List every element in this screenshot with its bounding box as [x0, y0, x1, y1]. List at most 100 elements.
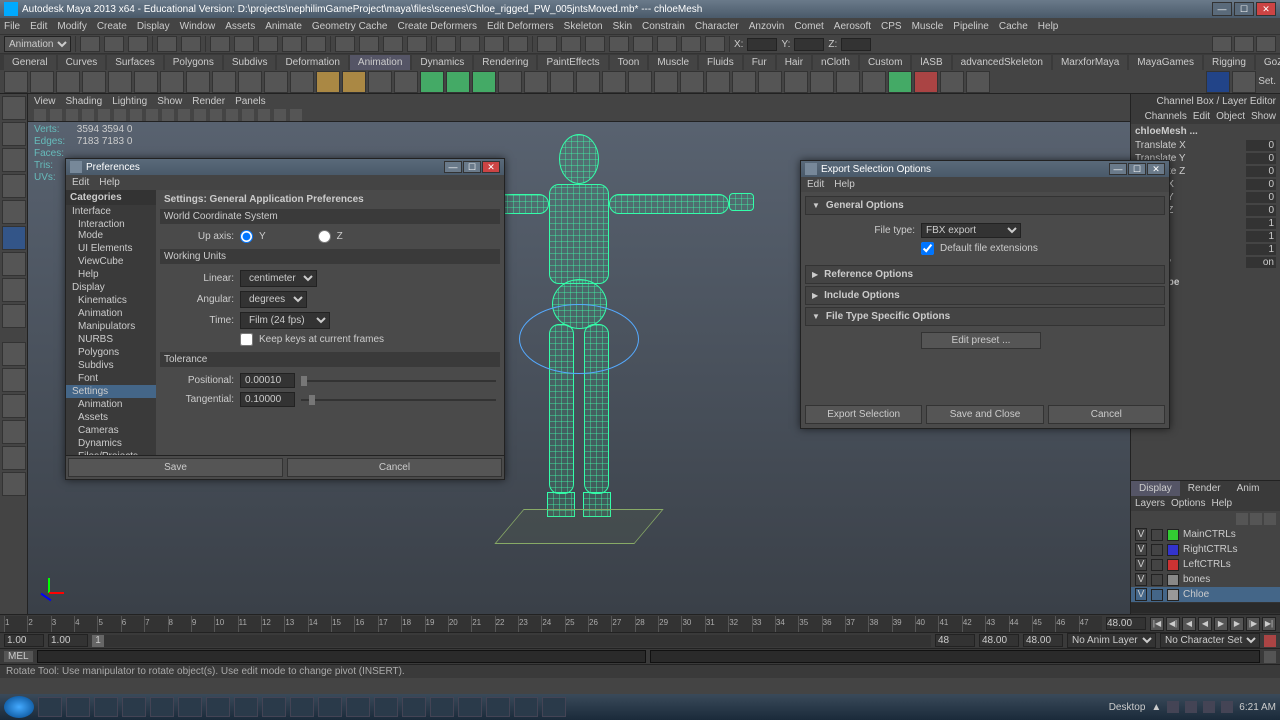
- tab-gozbrush[interactable]: GoZBrush: [1256, 55, 1280, 70]
- open-scene-icon[interactable]: [104, 36, 124, 52]
- layer-up-icon[interactable]: [1250, 513, 1262, 525]
- vp-tool-icon[interactable]: [194, 109, 206, 121]
- layer-row[interactable]: VLeftCTRLs: [1131, 557, 1280, 572]
- shelf-icon[interactable]: [394, 71, 418, 93]
- anim-layer-select[interactable]: No Anim Layer: [1067, 633, 1156, 648]
- tab-fur[interactable]: Fur: [744, 55, 775, 70]
- menu-skin[interactable]: Skin: [613, 21, 632, 32]
- tray-clock[interactable]: 6:21 AM: [1239, 702, 1276, 713]
- step-back-icon[interactable]: ◀: [1182, 617, 1196, 631]
- prefs-menu-help[interactable]: Help: [99, 177, 120, 188]
- attr-value[interactable]: 1: [1246, 218, 1276, 229]
- vp-tool-icon[interactable]: [274, 109, 286, 121]
- shelf-icon[interactable]: [862, 71, 886, 93]
- tray-desktop-label[interactable]: Desktop: [1109, 702, 1146, 713]
- vp-tool-icon[interactable]: [178, 109, 190, 121]
- menu-comet[interactable]: Comet: [794, 21, 823, 32]
- attr-value[interactable]: 0: [1246, 192, 1276, 203]
- sel-all-icon[interactable]: [436, 36, 456, 52]
- prefs-category[interactable]: NURBS: [66, 333, 156, 346]
- export-maximize-button[interactable]: ☐: [1128, 163, 1146, 175]
- time-select[interactable]: Film (24 fps): [240, 312, 330, 329]
- positional-input[interactable]: [240, 373, 295, 388]
- layout-graph-icon[interactable]: [2, 472, 26, 496]
- tray-icon[interactable]: [1221, 701, 1233, 713]
- goto-end-icon[interactable]: ▶|: [1262, 617, 1276, 631]
- taskbar-icon[interactable]: [66, 697, 90, 717]
- export-menu-edit[interactable]: Edit: [807, 179, 824, 190]
- default-ext-checkbox[interactable]: [921, 242, 934, 255]
- shelf-character-icon[interactable]: [1206, 71, 1230, 93]
- timeline-end-field[interactable]: [1106, 617, 1146, 630]
- attr-value[interactable]: on: [1246, 257, 1276, 268]
- taskbar-icon[interactable]: [38, 697, 62, 717]
- mask7-icon[interactable]: [681, 36, 701, 52]
- taskbar-icon[interactable]: [486, 697, 510, 717]
- shelf-icon[interactable]: [784, 71, 808, 93]
- shelf-icon[interactable]: [966, 71, 990, 93]
- menu-geocache[interactable]: Geometry Cache: [312, 21, 388, 32]
- vp-tool-icon[interactable]: [66, 109, 78, 121]
- vp-menu-show[interactable]: Show: [157, 96, 182, 107]
- shelf-icon[interactable]: [420, 71, 444, 93]
- tab-hair[interactable]: Hair: [777, 55, 811, 70]
- file-type-select[interactable]: FBX export: [921, 223, 1021, 238]
- shelf-icon[interactable]: [524, 71, 548, 93]
- coord-z-input[interactable]: [841, 38, 871, 51]
- prefs-category[interactable]: Cameras: [66, 424, 156, 437]
- prefs-category[interactable]: Files/Projects: [66, 450, 156, 455]
- move-tool-icon[interactable]: [2, 174, 26, 198]
- module-selector[interactable]: Animation: [4, 36, 71, 52]
- prefs-category[interactable]: ViewCube: [66, 255, 156, 268]
- layer-menu-layers[interactable]: Layers: [1135, 498, 1165, 509]
- paint-select-tool-icon[interactable]: [2, 148, 26, 172]
- vp-tool-icon[interactable]: [34, 109, 46, 121]
- taskbar-icon[interactable]: [318, 697, 342, 717]
- tray-icon[interactable]: [1185, 701, 1197, 713]
- tab-toon[interactable]: Toon: [610, 55, 648, 70]
- prefs-category[interactable]: Interface: [66, 205, 156, 218]
- vp-tool-icon[interactable]: [114, 109, 126, 121]
- prefs-category[interactable]: Subdivs: [66, 359, 156, 372]
- tab-dynamics[interactable]: Dynamics: [412, 55, 472, 70]
- vp-tool-icon[interactable]: [290, 109, 302, 121]
- shelf-icon[interactable]: [472, 71, 496, 93]
- play-fwd-icon[interactable]: ▶: [1214, 617, 1228, 631]
- step-fwd-icon[interactable]: ▶: [1230, 617, 1244, 631]
- mask4-icon[interactable]: [609, 36, 629, 52]
- shelf-icon[interactable]: [30, 71, 54, 93]
- menu-skeleton[interactable]: Skeleton: [564, 21, 603, 32]
- prefs-category[interactable]: Settings: [66, 385, 156, 398]
- layer-tab-display[interactable]: Display: [1131, 481, 1180, 496]
- menu-cps[interactable]: CPS: [881, 21, 902, 32]
- prefs-maximize-button[interactable]: ☐: [463, 161, 481, 173]
- layer-tab-render[interactable]: Render: [1180, 481, 1229, 496]
- export-sec-general[interactable]: ▼ General Options: [805, 196, 1165, 215]
- menu-muscle[interactable]: Muscle: [912, 21, 944, 32]
- prefs-category[interactable]: Font: [66, 372, 156, 385]
- history-icon[interactable]: [335, 36, 355, 52]
- prefs-close-button[interactable]: ✕: [482, 161, 500, 173]
- up-axis-z-radio[interactable]: [318, 230, 331, 243]
- manip-tool-icon[interactable]: [2, 252, 26, 276]
- linear-select[interactable]: centimeter: [240, 270, 317, 287]
- tab-marxformaya[interactable]: MarxforMaya: [1053, 55, 1127, 70]
- snap-point-icon[interactable]: [258, 36, 278, 52]
- attr-value[interactable]: 0: [1246, 166, 1276, 177]
- angular-select[interactable]: degrees: [240, 291, 307, 308]
- layer-new-icon[interactable]: [1236, 513, 1248, 525]
- char-set-select[interactable]: No Character Set: [1160, 633, 1260, 648]
- tab-curves[interactable]: Curves: [58, 55, 106, 70]
- step-back-key-icon[interactable]: ◀|: [1166, 617, 1180, 631]
- layer-tab-anim[interactable]: Anim: [1229, 481, 1268, 496]
- tab-subdivs[interactable]: Subdivs: [224, 55, 276, 70]
- shelf-icon[interactable]: [160, 71, 184, 93]
- prefs-category[interactable]: Manipulators: [66, 320, 156, 333]
- tab-custom[interactable]: Custom: [860, 55, 910, 70]
- shelf-icon[interactable]: [4, 71, 28, 93]
- cb-tab-channels[interactable]: Channels: [1145, 111, 1187, 122]
- layout-hyper-icon[interactable]: [2, 446, 26, 470]
- script-editor-icon[interactable]: [1264, 651, 1276, 663]
- attr-value[interactable]: 1: [1246, 231, 1276, 242]
- time-slider[interactable]: 1234567891011121314151617181920212223242…: [0, 614, 1280, 632]
